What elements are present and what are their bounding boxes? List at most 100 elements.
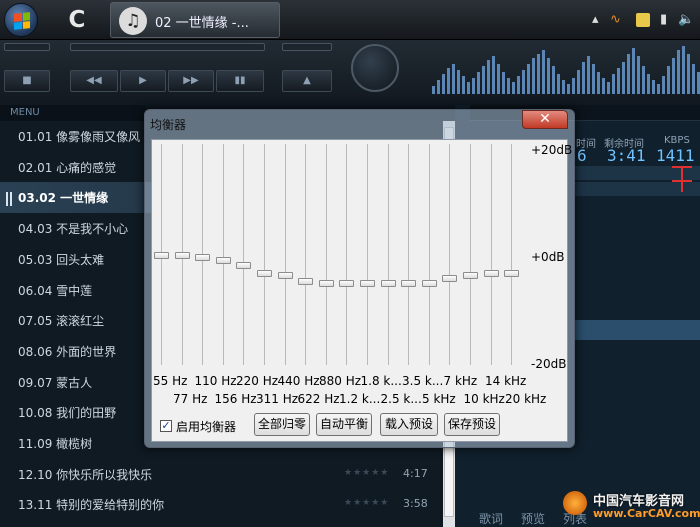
next-button[interactable]: ▶▶: [168, 70, 214, 92]
eq-slider-thumb[interactable]: [483, 269, 499, 277]
eq-slider-thumb[interactable]: [339, 280, 355, 288]
peak-marker: [672, 180, 692, 182]
spectrum-bar: [632, 48, 635, 94]
save-preset-button[interactable]: 保存预设: [444, 413, 500, 436]
system-tray: ▴ ∿ ▮ 🔈: [592, 10, 700, 30]
volume-bar[interactable]: [282, 43, 332, 51]
volume-knob[interactable]: [351, 44, 399, 92]
playlist-item[interactable]: 12.10 你快乐所以我快乐 ★★★★★ 4:17: [0, 459, 440, 490]
eq-slider-thumb[interactable]: [360, 280, 375, 288]
rating-stars[interactable]: ★★★★★: [344, 498, 389, 508]
eq-slider-thumb[interactable]: [174, 251, 190, 259]
eq-slider-thumb[interactable]: [504, 269, 520, 277]
previous-button[interactable]: ◀◀: [70, 70, 118, 92]
spectrum-bar: [657, 84, 660, 94]
kbps-value: 1411: [656, 146, 695, 165]
playlist-item-title: 08.06 外面的世界: [18, 344, 117, 359]
taskbar-window-button[interactable]: ♫ 02 一世情缘 -...: [110, 2, 280, 38]
eq-slider-thumb[interactable]: [298, 277, 314, 285]
spectrum-bar: [637, 56, 640, 94]
eq-slider-track[interactable]: [305, 144, 307, 365]
eq-slider-track[interactable]: [367, 144, 368, 365]
eq-slider-track[interactable]: [387, 144, 389, 365]
eq-frequency-label: 880 Hz: [319, 374, 362, 388]
windows-start-button[interactable]: [4, 3, 38, 37]
reset-all-button[interactable]: 全部归零: [254, 413, 310, 436]
c-app-icon[interactable]: C: [60, 5, 94, 35]
watermark-logo: [563, 491, 587, 515]
eq-slider-track[interactable]: [222, 144, 224, 365]
eq-slider-track[interactable]: [408, 144, 410, 365]
spectrum-bar: [507, 78, 510, 94]
stop-button[interactable]: ■: [4, 70, 50, 92]
spectrum-bar: [597, 72, 600, 94]
eq-slider-thumb[interactable]: [277, 272, 293, 280]
eq-slider-track[interactable]: [346, 144, 348, 365]
eq-slider-thumb[interactable]: [257, 269, 272, 277]
eq-slider-track[interactable]: [325, 144, 327, 365]
eq-slider-track[interactable]: [511, 144, 513, 365]
play-button[interactable]: ▶: [120, 70, 166, 92]
enable-equalizer-checkbox[interactable]: ✓: [160, 420, 172, 432]
eject-button[interactable]: ▮▮: [216, 70, 264, 92]
tab-lyrics[interactable]: 歌词: [479, 510, 503, 527]
rating-stars[interactable]: ★★★★★: [344, 468, 389, 478]
info-panel-selection[interactable]: [575, 320, 700, 340]
eq-frequency-label: 311 Hz: [256, 392, 299, 406]
playlist-item-title: 11.09 橄榄树: [18, 437, 93, 451]
menu-label[interactable]: MENU: [0, 105, 145, 121]
now-playing-icon: [6, 192, 12, 206]
spectrum-bar: [487, 60, 490, 94]
auto-balance-button[interactable]: 自动平衡: [316, 413, 372, 436]
eq-frequency-label: 10 kHz: [463, 392, 505, 406]
speaker-icon[interactable]: 🔈: [678, 10, 694, 30]
eq-slider-thumb[interactable]: [195, 254, 211, 262]
enable-equalizer-label[interactable]: 启用均衡器: [176, 418, 236, 435]
kbps-label: KBPS: [664, 135, 690, 146]
elapsed-value: 6: [577, 146, 587, 165]
eq-slider-thumb[interactable]: [442, 275, 458, 282]
spectrum-bar: [572, 78, 575, 94]
playlist-item[interactable]: 13.11 特别的爱给特别的你 ★★★★★ 3:58: [0, 489, 440, 520]
eq-slider-thumb[interactable]: [380, 280, 396, 288]
eq-slider-track[interactable]: [428, 144, 430, 365]
eq-slider-thumb[interactable]: [215, 256, 231, 264]
spectrum-bar: [537, 54, 540, 94]
sound-icon[interactable]: ∿: [610, 10, 621, 30]
load-preset-button[interactable]: 载入预设: [380, 413, 438, 436]
eq-slider-thumb[interactable]: [154, 251, 169, 259]
eq-slider-track[interactable]: [243, 144, 245, 365]
battery-icon[interactable]: ▮: [660, 10, 667, 30]
eject-icon[interactable]: ▲: [282, 70, 332, 92]
eq-slider-track[interactable]: [284, 144, 286, 365]
spectrum-bar: [467, 82, 470, 94]
progress-bar[interactable]: [70, 43, 265, 51]
eq-slider-track[interactable]: [264, 144, 265, 365]
spectrum-bar: [547, 58, 550, 94]
eq-slider-thumb[interactable]: [236, 261, 252, 269]
tab-preview[interactable]: 预览: [521, 510, 545, 527]
chevron-up-icon[interactable]: ▴: [592, 10, 599, 30]
eq-frequency-label: 14 kHz: [485, 374, 527, 388]
spectrum-bar: [687, 54, 690, 94]
close-button[interactable]: ✕: [522, 110, 568, 129]
eq-slider-thumb[interactable]: [463, 272, 478, 280]
eq-slider-thumb[interactable]: [421, 280, 437, 288]
playlist-item-title: 07.05 滚滚红尘: [18, 314, 105, 329]
eq-slider-track[interactable]: [470, 144, 471, 365]
spectrum-bar: [472, 78, 475, 94]
eq-frequency-label: 77 Hz: [173, 392, 208, 406]
spectrum-bar: [642, 66, 645, 94]
eq-slider-thumb[interactable]: [318, 280, 334, 288]
eq-slider-track[interactable]: [449, 144, 451, 365]
eq-slider-track[interactable]: [490, 144, 492, 365]
eq-frequency-label: 1.8 k...: [360, 374, 402, 388]
network-icon[interactable]: [636, 13, 650, 27]
taskbar-window-title: 02 一世情缘 -...: [155, 16, 249, 31]
eq-slider-thumb[interactable]: [401, 280, 417, 288]
spectrum-bar: [437, 80, 440, 94]
spectrum-bar: [462, 76, 465, 94]
player-header: ■ ◀◀ ▶ ▶▶ ▮▮ ▲: [0, 40, 700, 105]
spectrum-bar: [672, 58, 675, 94]
spectrum-bar: [647, 74, 650, 94]
